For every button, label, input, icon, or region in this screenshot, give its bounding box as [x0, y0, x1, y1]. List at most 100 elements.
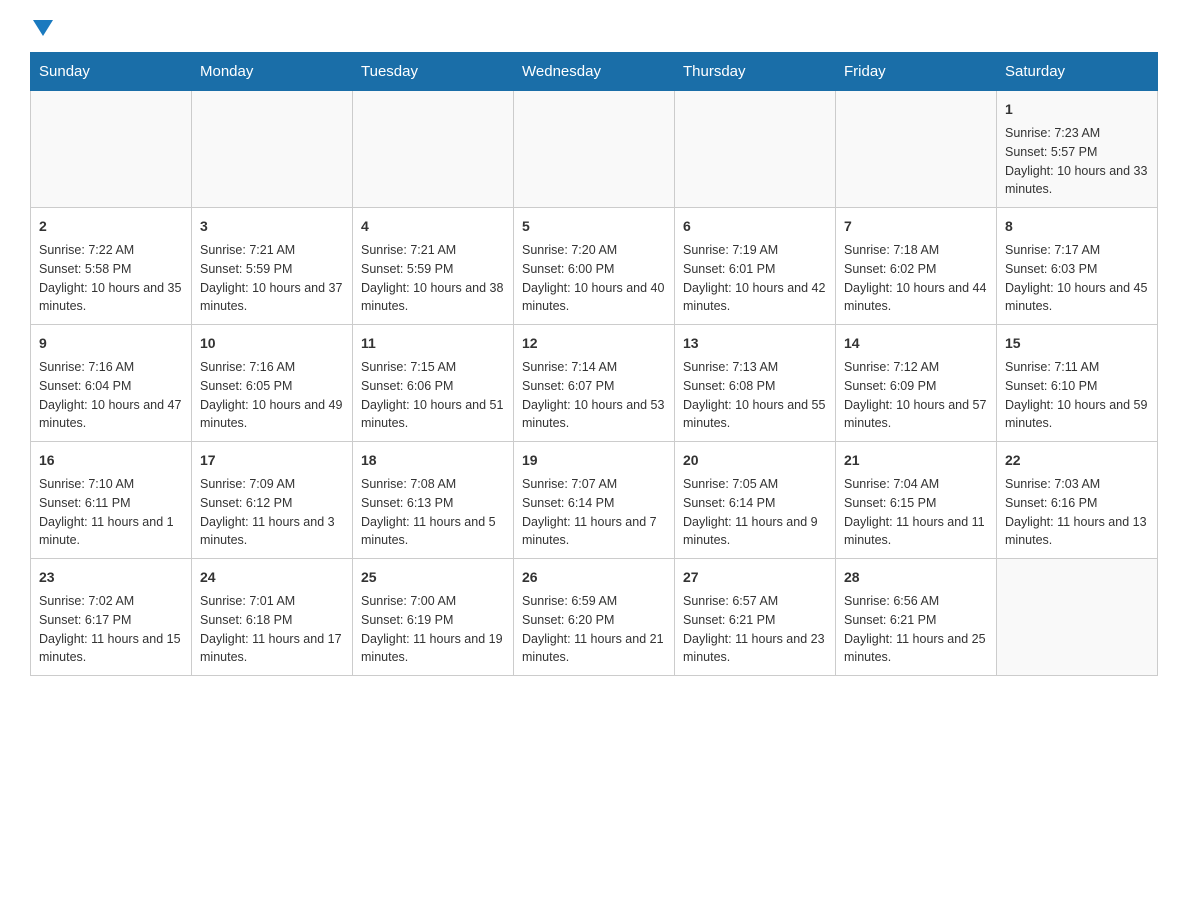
day-number: 4 [361, 216, 505, 237]
day-info: Sunrise: 7:20 AM Sunset: 6:00 PM Dayligh… [522, 241, 666, 316]
day-info: Sunrise: 7:11 AM Sunset: 6:10 PM Dayligh… [1005, 358, 1149, 433]
day-info: Sunrise: 7:10 AM Sunset: 6:11 PM Dayligh… [39, 475, 183, 550]
weekday-header-monday: Monday [192, 53, 353, 91]
logo [30, 20, 55, 36]
day-number: 14 [844, 333, 988, 354]
day-info: Sunrise: 7:21 AM Sunset: 5:59 PM Dayligh… [200, 241, 344, 316]
day-number: 24 [200, 567, 344, 588]
day-number: 9 [39, 333, 183, 354]
day-info: Sunrise: 7:18 AM Sunset: 6:02 PM Dayligh… [844, 241, 988, 316]
calendar-cell: 8 Sunrise: 7:17 AM Sunset: 6:03 PM Daylig… [997, 208, 1158, 325]
calendar-cell: 26Sunrise: 6:59 AM Sunset: 6:20 PM Dayli… [514, 559, 675, 676]
calendar-week-row: 9 Sunrise: 7:16 AM Sunset: 6:04 PM Daylig… [31, 325, 1158, 442]
calendar-cell [192, 91, 353, 208]
calendar-week-row: 16 Sunrise: 7:10 AM Sunset: 6:11 PM Dayli… [31, 442, 1158, 559]
day-number: 28 [844, 567, 988, 588]
calendar-cell [675, 91, 836, 208]
calendar-cell: 12 Sunrise: 7:14 AM Sunset: 6:07 PM Dayli… [514, 325, 675, 442]
day-number: 17 [200, 450, 344, 471]
day-number: 6 [683, 216, 827, 237]
day-info: Sunrise: 7:22 AM Sunset: 5:58 PM Dayligh… [39, 241, 183, 316]
day-number: 5 [522, 216, 666, 237]
calendar-cell [514, 91, 675, 208]
calendar-cell [997, 559, 1158, 676]
day-number: 16 [39, 450, 183, 471]
day-number: 26 [522, 567, 666, 588]
day-info: Sunrise: 7:12 AM Sunset: 6:09 PM Dayligh… [844, 358, 988, 433]
calendar-cell: 18 Sunrise: 7:08 AM Sunset: 6:13 PM Dayli… [353, 442, 514, 559]
day-info: Sunrise: 7:01 AM Sunset: 6:18 PM Dayligh… [200, 592, 344, 667]
calendar-cell [31, 91, 192, 208]
calendar-week-row: 1Sunrise: 7:23 AM Sunset: 5:57 PM Daylig… [31, 91, 1158, 208]
day-number: 11 [361, 333, 505, 354]
weekday-header-wednesday: Wednesday [514, 53, 675, 91]
calendar-cell: 27 Sunrise: 6:57 AM Sunset: 6:21 PM Dayli… [675, 559, 836, 676]
calendar-cell: 19 Sunrise: 7:07 AM Sunset: 6:14 PM Dayli… [514, 442, 675, 559]
calendar-header-row: SundayMondayTuesdayWednesdayThursdayFrid… [31, 53, 1158, 91]
day-number: 20 [683, 450, 827, 471]
day-info: Sunrise: 7:07 AM Sunset: 6:14 PM Dayligh… [522, 475, 666, 550]
calendar-cell: 22 Sunrise: 7:03 AM Sunset: 6:16 PM Dayli… [997, 442, 1158, 559]
day-number: 18 [361, 450, 505, 471]
day-info: Sunrise: 7:05 AM Sunset: 6:14 PM Dayligh… [683, 475, 827, 550]
calendar-cell: 25 Sunrise: 7:00 AM Sunset: 6:19 PM Dayli… [353, 559, 514, 676]
calendar-cell: 28 Sunrise: 6:56 AM Sunset: 6:21 PM Dayli… [836, 559, 997, 676]
day-info: Sunrise: 7:16 AM Sunset: 6:05 PM Dayligh… [200, 358, 344, 433]
calendar-week-row: 23 Sunrise: 7:02 AM Sunset: 6:17 PM Dayli… [31, 559, 1158, 676]
calendar-table: SundayMondayTuesdayWednesdayThursdayFrid… [30, 52, 1158, 676]
day-info: Sunrise: 7:13 AM Sunset: 6:08 PM Dayligh… [683, 358, 827, 433]
day-info: Sunrise: 6:57 AM Sunset: 6:21 PM Dayligh… [683, 592, 827, 667]
day-number: 13 [683, 333, 827, 354]
day-info: Sunrise: 7:21 AM Sunset: 5:59 PM Dayligh… [361, 241, 505, 316]
day-number: 3 [200, 216, 344, 237]
calendar-cell: 13 Sunrise: 7:13 AM Sunset: 6:08 PM Dayli… [675, 325, 836, 442]
calendar-cell: 24 Sunrise: 7:01 AM Sunset: 6:18 PM Dayli… [192, 559, 353, 676]
day-number: 1 [1005, 99, 1149, 120]
day-info: Sunrise: 7:15 AM Sunset: 6:06 PM Dayligh… [361, 358, 505, 433]
day-number: 10 [200, 333, 344, 354]
calendar-cell: 9 Sunrise: 7:16 AM Sunset: 6:04 PM Daylig… [31, 325, 192, 442]
calendar-cell: 11 Sunrise: 7:15 AM Sunset: 6:06 PM Dayli… [353, 325, 514, 442]
day-info: Sunrise: 7:02 AM Sunset: 6:17 PM Dayligh… [39, 592, 183, 667]
day-number: 27 [683, 567, 827, 588]
calendar-week-row: 2 Sunrise: 7:22 AM Sunset: 5:58 PM Daylig… [31, 208, 1158, 325]
calendar-cell: 3 Sunrise: 7:21 AM Sunset: 5:59 PM Daylig… [192, 208, 353, 325]
day-info: Sunrise: 7:00 AM Sunset: 6:19 PM Dayligh… [361, 592, 505, 667]
day-info: Sunrise: 7:17 AM Sunset: 6:03 PM Dayligh… [1005, 241, 1149, 316]
day-number: 12 [522, 333, 666, 354]
day-info: Sunrise: 7:08 AM Sunset: 6:13 PM Dayligh… [361, 475, 505, 550]
calendar-cell: 2 Sunrise: 7:22 AM Sunset: 5:58 PM Daylig… [31, 208, 192, 325]
calendar-cell [353, 91, 514, 208]
weekday-header-thursday: Thursday [675, 53, 836, 91]
weekday-header-sunday: Sunday [31, 53, 192, 91]
weekday-header-saturday: Saturday [997, 53, 1158, 91]
calendar-cell: 10 Sunrise: 7:16 AM Sunset: 6:05 PM Dayli… [192, 325, 353, 442]
calendar-cell: 5 Sunrise: 7:20 AM Sunset: 6:00 PM Daylig… [514, 208, 675, 325]
calendar-cell: 7 Sunrise: 7:18 AM Sunset: 6:02 PM Daylig… [836, 208, 997, 325]
day-number: 21 [844, 450, 988, 471]
page-header [30, 20, 1158, 36]
calendar-cell: 23 Sunrise: 7:02 AM Sunset: 6:17 PM Dayli… [31, 559, 192, 676]
calendar-cell: 20 Sunrise: 7:05 AM Sunset: 6:14 PM Dayli… [675, 442, 836, 559]
day-info: Sunrise: 7:03 AM Sunset: 6:16 PM Dayligh… [1005, 475, 1149, 550]
day-number: 25 [361, 567, 505, 588]
calendar-cell: 1Sunrise: 7:23 AM Sunset: 5:57 PM Daylig… [997, 91, 1158, 208]
calendar-cell: 21 Sunrise: 7:04 AM Sunset: 6:15 PM Dayli… [836, 442, 997, 559]
calendar-cell: 16 Sunrise: 7:10 AM Sunset: 6:11 PM Dayli… [31, 442, 192, 559]
day-number: 8 [1005, 216, 1149, 237]
day-info: Sunrise: 7:14 AM Sunset: 6:07 PM Dayligh… [522, 358, 666, 433]
day-number: 2 [39, 216, 183, 237]
day-number: 23 [39, 567, 183, 588]
day-info: Sunrise: 7:04 AM Sunset: 6:15 PM Dayligh… [844, 475, 988, 550]
day-number: 7 [844, 216, 988, 237]
calendar-cell: 15 Sunrise: 7:11 AM Sunset: 6:10 PM Dayli… [997, 325, 1158, 442]
day-number: 19 [522, 450, 666, 471]
calendar-cell: 17Sunrise: 7:09 AM Sunset: 6:12 PM Dayli… [192, 442, 353, 559]
day-info: Sunrise: 7:19 AM Sunset: 6:01 PM Dayligh… [683, 241, 827, 316]
day-info: Sunrise: 6:56 AM Sunset: 6:21 PM Dayligh… [844, 592, 988, 667]
weekday-header-tuesday: Tuesday [353, 53, 514, 91]
calendar-cell: 6 Sunrise: 7:19 AM Sunset: 6:01 PM Daylig… [675, 208, 836, 325]
day-number: 22 [1005, 450, 1149, 471]
day-info: Sunrise: 7:16 AM Sunset: 6:04 PM Dayligh… [39, 358, 183, 433]
day-number: 15 [1005, 333, 1149, 354]
